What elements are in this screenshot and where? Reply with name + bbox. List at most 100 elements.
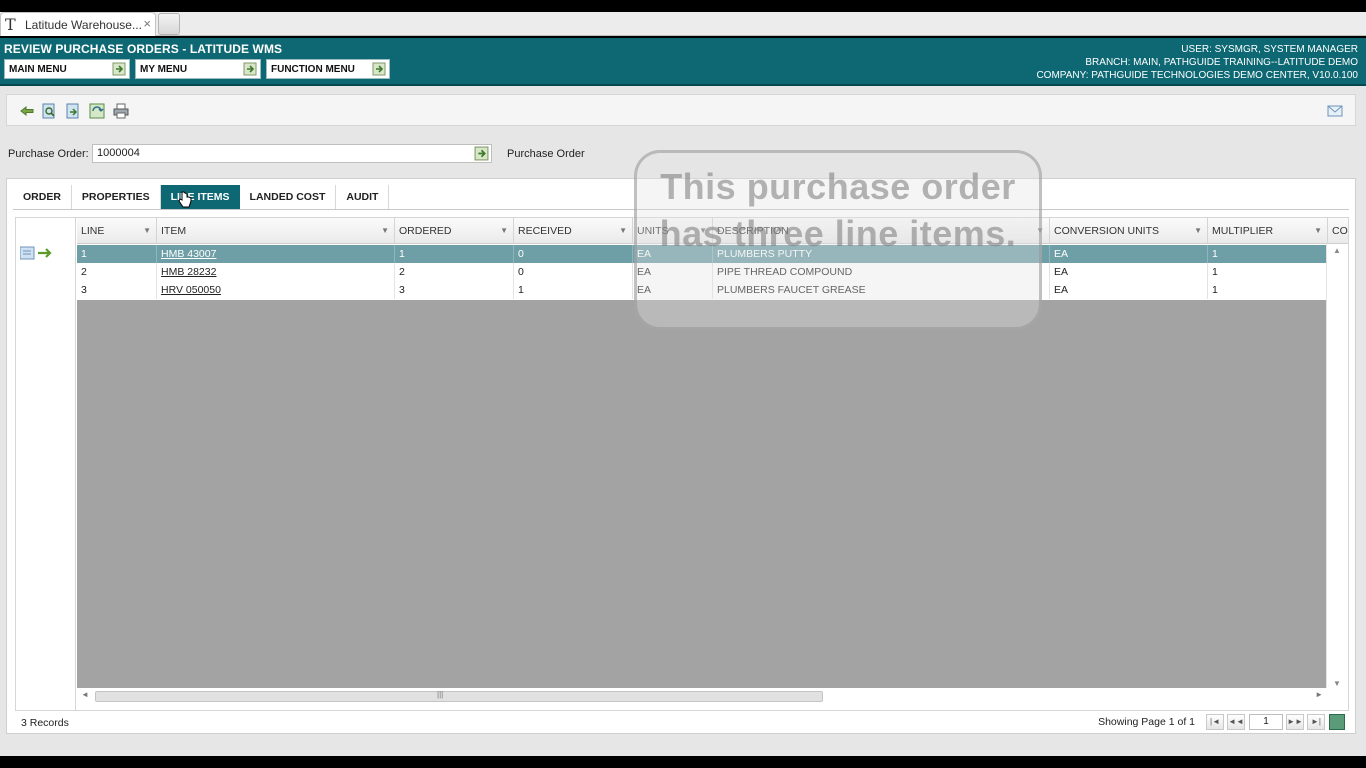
hand-cursor-icon (178, 191, 192, 208)
app-header: REVIEW PURCHASE ORDERS - LATITUDE WMS MA… (0, 38, 1366, 86)
cell-conversion-units: EA (1050, 263, 1208, 281)
sort-arrow-icon[interactable]: ▼ (381, 218, 389, 244)
page-info: Showing Page 1 of 1 (1098, 716, 1195, 728)
column-header-label: ORDERED (399, 225, 452, 237)
column-header-label: CO (1332, 225, 1348, 237)
go-arrow-icon (372, 62, 386, 76)
column-header-co[interactable]: CO (1328, 218, 1348, 244)
lookup-go-icon[interactable] (474, 146, 489, 161)
tutorial-callout: This purchase order has three line items… (634, 150, 1042, 330)
main-menu-button[interactable]: MAIN MENU (4, 59, 130, 79)
selected-row-indicator-icon (20, 246, 52, 260)
scrollbar-grip-icon: ||| (437, 690, 444, 699)
horizontal-scrollbar[interactable]: ◄ ||| ► (77, 688, 1327, 704)
column-header-label: ITEM (161, 225, 187, 237)
cell-multiplier: 1 (1208, 245, 1327, 263)
tab-order[interactable]: ORDER (13, 185, 72, 209)
tab-bar: ORDER PROPERTIES LINE ITEMS LANDED COST … (13, 185, 390, 209)
latitude-logo-icon: T (5, 14, 16, 34)
pager: Showing Page 1 of 1 |◄ ◄◄ 1 ►► ►| (1098, 713, 1345, 731)
sort-arrow-icon[interactable]: ▼ (619, 218, 627, 244)
toolbar (6, 94, 1356, 126)
row-gutter (16, 218, 76, 710)
browser-tab[interactable]: T Latitude Warehouse... × (0, 12, 156, 36)
branch-info: BRANCH: MAIN, PATHGUIDE TRAINING--LATITU… (1085, 57, 1358, 68)
purchase-order-description: Purchase Order (507, 148, 585, 160)
sort-arrow-icon[interactable]: ▼ (1194, 218, 1202, 244)
back-icon[interactable] (19, 103, 35, 119)
go-arrow-icon (243, 62, 257, 76)
scrollbar-thumb[interactable] (95, 691, 823, 702)
function-menu-label: FUNCTION MENU (271, 63, 355, 75)
cell-conversion-units: EA (1050, 245, 1208, 263)
item-link[interactable]: HMB 43007 (157, 245, 395, 263)
browser-tab-strip: T Latitude Warehouse... × (0, 12, 1366, 36)
cell-conversion-units: EA (1050, 281, 1208, 299)
sort-arrow-icon[interactable]: ▼ (1314, 218, 1322, 244)
column-header-label: LINE (81, 225, 105, 237)
callout-text: This purchase order has three line items… (659, 166, 1017, 254)
user-info: USER: SYSMGR, SYSTEM MANAGER (1181, 44, 1358, 55)
my-menu-button[interactable]: MY MENU (135, 59, 261, 79)
column-header-received[interactable]: RECEIVED ▼ (514, 218, 633, 244)
column-header-conversion-units[interactable]: CONVERSION UNITS ▼ (1050, 218, 1208, 244)
cell-received: 1 (514, 281, 633, 299)
tab-landed-cost[interactable]: LANDED COST (240, 185, 337, 209)
cell-received: 0 (514, 245, 633, 263)
cell-line: 3 (77, 281, 157, 299)
cell-line: 1 (77, 245, 157, 263)
cell-ordered: 3 (395, 281, 514, 299)
cell-ordered: 1 (395, 245, 514, 263)
purchase-order-input[interactable]: 1000004 (92, 144, 492, 163)
cell-ordered: 2 (395, 263, 514, 281)
item-link[interactable]: HRV 050050 (157, 281, 395, 299)
company-info: COMPANY: PATHGUIDE TECHNOLOGIES DEMO CEN… (1036, 70, 1358, 81)
page-title: REVIEW PURCHASE ORDERS - LATITUDE WMS (4, 42, 283, 56)
main-menu-label: MAIN MENU (9, 63, 67, 75)
vertical-scrollbar[interactable]: ▲ ▼ (1326, 244, 1348, 690)
scroll-left-icon[interactable]: ◄ (81, 690, 89, 699)
column-header-item[interactable]: ITEM ▼ (157, 218, 395, 244)
my-menu-label: MY MENU (140, 63, 188, 75)
excel-export-icon[interactable] (1329, 714, 1345, 730)
go-arrow-icon (112, 62, 126, 76)
item-link[interactable]: HMB 28232 (157, 263, 395, 281)
cell-line: 2 (77, 263, 157, 281)
column-header-multiplier[interactable]: MULTIPLIER ▼ (1208, 218, 1328, 244)
scroll-right-icon[interactable]: ► (1315, 690, 1323, 699)
mail-icon[interactable] (1327, 103, 1343, 119)
column-header-label: RECEIVED (518, 225, 572, 237)
print-icon[interactable] (113, 103, 129, 119)
refresh-icon[interactable] (89, 103, 105, 119)
session-info: USER: SYSMGR, SYSTEM MANAGER BRANCH: MAI… (1036, 43, 1358, 82)
purchase-order-label: Purchase Order: (8, 148, 89, 160)
export-icon[interactable] (65, 103, 81, 119)
scroll-down-icon[interactable]: ▼ (1333, 679, 1341, 688)
tab-line-items[interactable]: LINE ITEMS (160, 185, 240, 209)
column-header-label: CONVERSION UNITS (1054, 225, 1160, 237)
prev-page-icon[interactable]: ◄◄ (1227, 714, 1245, 730)
cell-received: 0 (514, 263, 633, 281)
cell-multiplier: 1 (1208, 263, 1327, 281)
cell-multiplier: 1 (1208, 281, 1327, 299)
next-page-icon[interactable]: ►► (1286, 714, 1304, 730)
record-count: 3 Records (21, 717, 69, 729)
column-header-line[interactable]: LINE ▼ (77, 218, 157, 244)
column-header-label: MULTIPLIER (1212, 225, 1274, 237)
function-menu-button[interactable]: FUNCTION MENU (266, 59, 390, 79)
close-tab-icon[interactable]: × (143, 16, 151, 31)
page-number-input[interactable]: 1 (1249, 714, 1283, 730)
last-page-icon[interactable]: ►| (1307, 714, 1325, 730)
first-page-icon[interactable]: |◄ (1206, 714, 1224, 730)
column-header-ordered[interactable]: ORDERED ▼ (395, 218, 514, 244)
screen: T Latitude Warehouse... × REVIEW PURCHAS… (0, 0, 1366, 768)
scroll-up-icon[interactable]: ▲ (1333, 246, 1341, 255)
tab-audit[interactable]: AUDIT (336, 185, 390, 209)
sort-arrow-icon[interactable]: ▼ (500, 218, 508, 244)
bottom-edge (0, 756, 1366, 768)
sort-arrow-icon[interactable]: ▼ (143, 218, 151, 244)
grid-empty-area (77, 300, 1327, 688)
new-tab-button[interactable] (158, 13, 180, 35)
tab-properties[interactable]: PROPERTIES (72, 185, 161, 209)
search-icon[interactable] (41, 103, 57, 119)
